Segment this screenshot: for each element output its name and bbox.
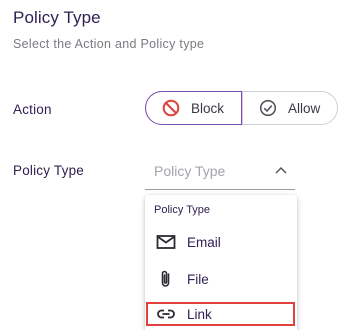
link-icon xyxy=(157,309,175,319)
menu-item-file[interactable]: File xyxy=(145,264,297,294)
policy-type-menu: Policy Type Email File Link xyxy=(145,195,297,330)
block-button[interactable]: Block xyxy=(145,91,242,125)
policy-type-panel: Policy Type Select the Action and Policy… xyxy=(0,0,358,330)
menu-header: Policy Type xyxy=(154,204,211,216)
menu-item-label: Email xyxy=(187,234,221,250)
menu-item-label: File xyxy=(187,271,209,287)
policy-type-label: Policy Type xyxy=(13,163,84,178)
action-label: Action xyxy=(13,102,52,117)
menu-item-email[interactable]: Email xyxy=(145,227,297,257)
page-title: Policy Type xyxy=(13,8,101,27)
check-circle-icon xyxy=(259,99,277,117)
page-subtitle: Select the Action and Policy type xyxy=(13,37,205,51)
mail-icon xyxy=(156,235,176,249)
block-button-label: Block xyxy=(191,100,225,116)
menu-item-link[interactable]: Link xyxy=(146,302,295,326)
policy-type-select[interactable]: Policy Type xyxy=(145,155,295,190)
menu-item-label: Link xyxy=(187,306,212,322)
paperclip-icon xyxy=(161,270,170,287)
chevron-up-icon xyxy=(275,166,287,174)
action-toggle-group: Block Allow xyxy=(145,91,338,125)
policy-type-placeholder: Policy Type xyxy=(154,163,226,179)
allow-button[interactable]: Allow xyxy=(242,91,338,125)
allow-button-label: Allow xyxy=(288,100,321,116)
block-icon xyxy=(162,99,180,117)
